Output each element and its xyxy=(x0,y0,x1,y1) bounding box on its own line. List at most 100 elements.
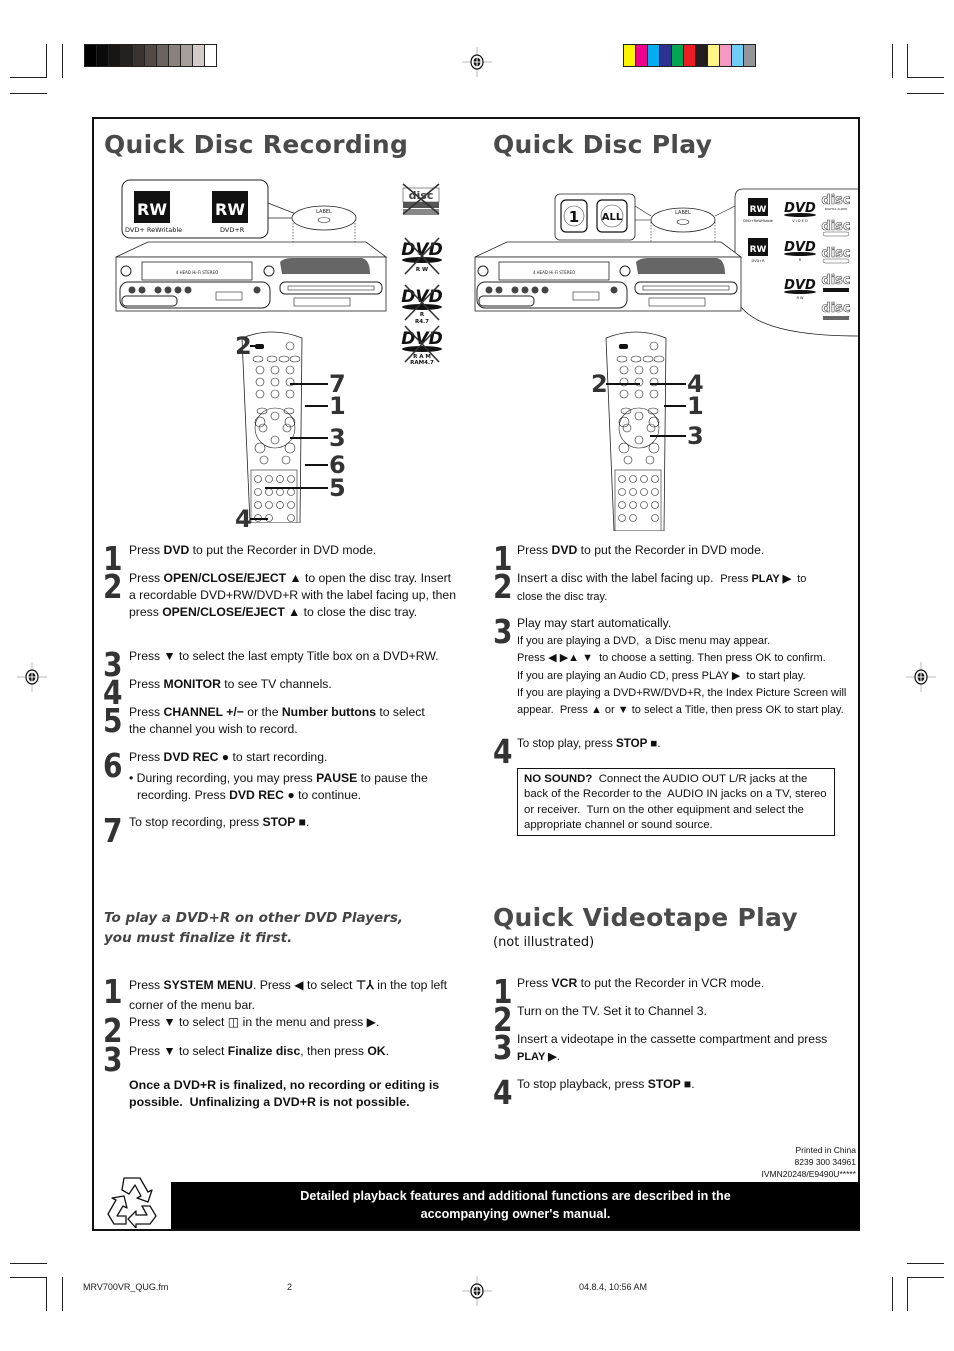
gray-color-bar xyxy=(84,44,217,67)
svg-text:R W: R W xyxy=(416,267,428,273)
incompatible-dvd-ram-logo-icon: DVD R A M RAM4.7 xyxy=(401,325,443,366)
color-swatch xyxy=(109,45,121,66)
color-swatch xyxy=(97,45,109,66)
step-number: 3 xyxy=(493,612,513,651)
footer-line-1: Detailed playback features and additiona… xyxy=(300,1189,731,1203)
step-number: 5 xyxy=(103,701,123,740)
color-swatch xyxy=(205,45,216,66)
crop-mark xyxy=(10,77,47,78)
svg-text:R: R xyxy=(420,312,425,318)
color-swatch xyxy=(660,45,672,66)
color-swatch xyxy=(708,45,720,66)
crop-mark xyxy=(10,1277,47,1278)
crop-mark xyxy=(907,1277,908,1311)
videotape-step-4: To stop playback, press STOP ■. xyxy=(517,1077,695,1091)
color-swatch xyxy=(121,45,133,66)
recording-step-3: Press ▼ to select the last empty Title b… xyxy=(129,649,439,663)
play-title: Quick Disc Play xyxy=(493,130,713,159)
step-number: 2 xyxy=(103,567,123,606)
incompatible-cd-rw-logo-icon: disc xyxy=(402,183,440,215)
registration-mark-icon xyxy=(462,47,492,77)
finalize-heading-line-2: you must finalize it first. xyxy=(104,930,293,946)
slug-page-number: 2 xyxy=(287,1282,293,1292)
step-number: 4 xyxy=(493,732,513,771)
svg-text:DVD+ ReWritable: DVD+ ReWritable xyxy=(125,226,182,234)
svg-text:R4.7: R4.7 xyxy=(415,319,429,325)
recording-step-1: Press DVD to put the Recorder in DVD mod… xyxy=(129,543,377,557)
model-code: IVMN20248/E9490U***** xyxy=(761,1169,856,1179)
incompatible-dvd-rw-logo-icon: DVD R W xyxy=(401,237,443,275)
crop-mark xyxy=(907,77,944,78)
svg-text:ALL: ALL xyxy=(602,212,623,223)
part-number: 8239 300 34961 xyxy=(794,1157,856,1167)
registration-mark-icon xyxy=(462,1276,492,1306)
finalize-warning: Once a DVD+R is finalized, no recording … xyxy=(129,1078,440,1109)
color-swatch xyxy=(636,45,648,66)
step-number: 4 xyxy=(493,1073,513,1112)
callout-line xyxy=(250,345,262,347)
callout-line xyxy=(650,435,686,437)
callout-line xyxy=(250,518,268,520)
finalize-step-3: Press ▼ to select Finalize disc, then pr… xyxy=(129,1044,389,1058)
step-number: 3 xyxy=(493,1028,513,1067)
color-swatch xyxy=(193,45,205,66)
svg-text:LABEL: LABEL xyxy=(675,210,691,216)
svg-text:RW: RW xyxy=(215,200,245,219)
svg-text:DIGITAL AUDIO: DIGITAL AUDIO xyxy=(825,207,848,211)
svg-text:DVD+R: DVD+R xyxy=(220,226,245,234)
incompatible-dvd-r-logo-icon: DVD R R4.7 xyxy=(401,284,443,325)
recording-step-6-note: • During recording, you may press PAUSE … xyxy=(129,771,428,802)
svg-text:RAM4.7: RAM4.7 xyxy=(410,360,434,366)
crop-mark xyxy=(892,1277,893,1311)
recorder-device-illustration: 4 HEAD Hi-Fi STEREO xyxy=(474,241,743,312)
crop-mark xyxy=(907,44,908,78)
play-illustration: 1 ALL LABEL RW DVD+ReWritable RW DVD+R D… xyxy=(474,188,858,531)
color-swatch xyxy=(696,45,708,66)
play-step-2: Insert a disc with the label facing up. … xyxy=(517,571,807,603)
callout-line xyxy=(265,487,328,489)
videotape-step-1: Press VCR to put the Recorder in VCR mod… xyxy=(517,976,765,990)
crop-mark xyxy=(10,93,47,94)
remote-control-illustration xyxy=(241,331,303,523)
callout-line xyxy=(290,437,328,439)
callout-line xyxy=(305,405,328,407)
color-swatch xyxy=(133,45,145,66)
crop-mark xyxy=(907,1263,944,1264)
crop-mark xyxy=(892,44,893,78)
svg-text:4 HEAD Hi-Fi STEREO: 4 HEAD Hi-Fi STEREO xyxy=(533,270,575,275)
slug-datetime: 04.8.4, 10:56 AM xyxy=(579,1282,648,1292)
finalize-heading-line-1: To play a DVD+R on other DVD Players, xyxy=(104,910,403,926)
svg-text:RW: RW xyxy=(137,200,167,219)
svg-text:4 HEAD Hi-Fi STEREO: 4 HEAD Hi-Fi STEREO xyxy=(176,270,218,275)
svg-text:RW: RW xyxy=(750,205,767,215)
recording-illustration: RW DVD+ ReWritable RW DVD+R LABEL 4 HEAD… xyxy=(115,179,443,523)
callout-line xyxy=(305,464,328,466)
color-swatch xyxy=(732,45,744,66)
color-swatch xyxy=(85,45,97,66)
recording-step-2: Press OPEN/CLOSE/EJECT ▲ to open the dis… xyxy=(129,571,456,619)
crop-mark xyxy=(907,93,944,94)
color-swatch xyxy=(169,45,181,66)
color-swatch xyxy=(181,45,193,66)
svg-text:1: 1 xyxy=(569,208,579,226)
registration-mark-icon xyxy=(17,662,47,692)
no-sound-tip-box: NO SOUND? Connect the AUDIO OUT L/R jack… xyxy=(517,768,835,836)
step-number: 6 xyxy=(103,746,123,785)
step-number: 7 xyxy=(103,811,123,850)
svg-text:RW: RW xyxy=(750,245,767,255)
color-swatch xyxy=(157,45,169,66)
svg-text:DVD+R: DVD+R xyxy=(751,259,765,263)
crop-mark xyxy=(62,44,63,78)
callout-step-3: 3 xyxy=(687,422,704,450)
cmyk-color-bar xyxy=(623,44,756,67)
play-step-1: Press DVD to put the Recorder in DVD mod… xyxy=(517,543,765,557)
svg-text:R W: R W xyxy=(796,296,804,300)
color-swatch xyxy=(720,45,732,66)
videotape-subtitle: (not illustrated) xyxy=(493,935,595,950)
svg-text:V I D E O: V I D E O xyxy=(792,219,808,223)
compatible-discs-callout: RW DVD+ ReWritable RW DVD+R xyxy=(121,179,297,239)
recording-step-5: Press CHANNEL +/− or the Number buttons … xyxy=(129,705,425,736)
crop-mark xyxy=(10,1263,47,1264)
remote-control-illustration xyxy=(605,331,667,531)
callout-line xyxy=(664,405,686,407)
